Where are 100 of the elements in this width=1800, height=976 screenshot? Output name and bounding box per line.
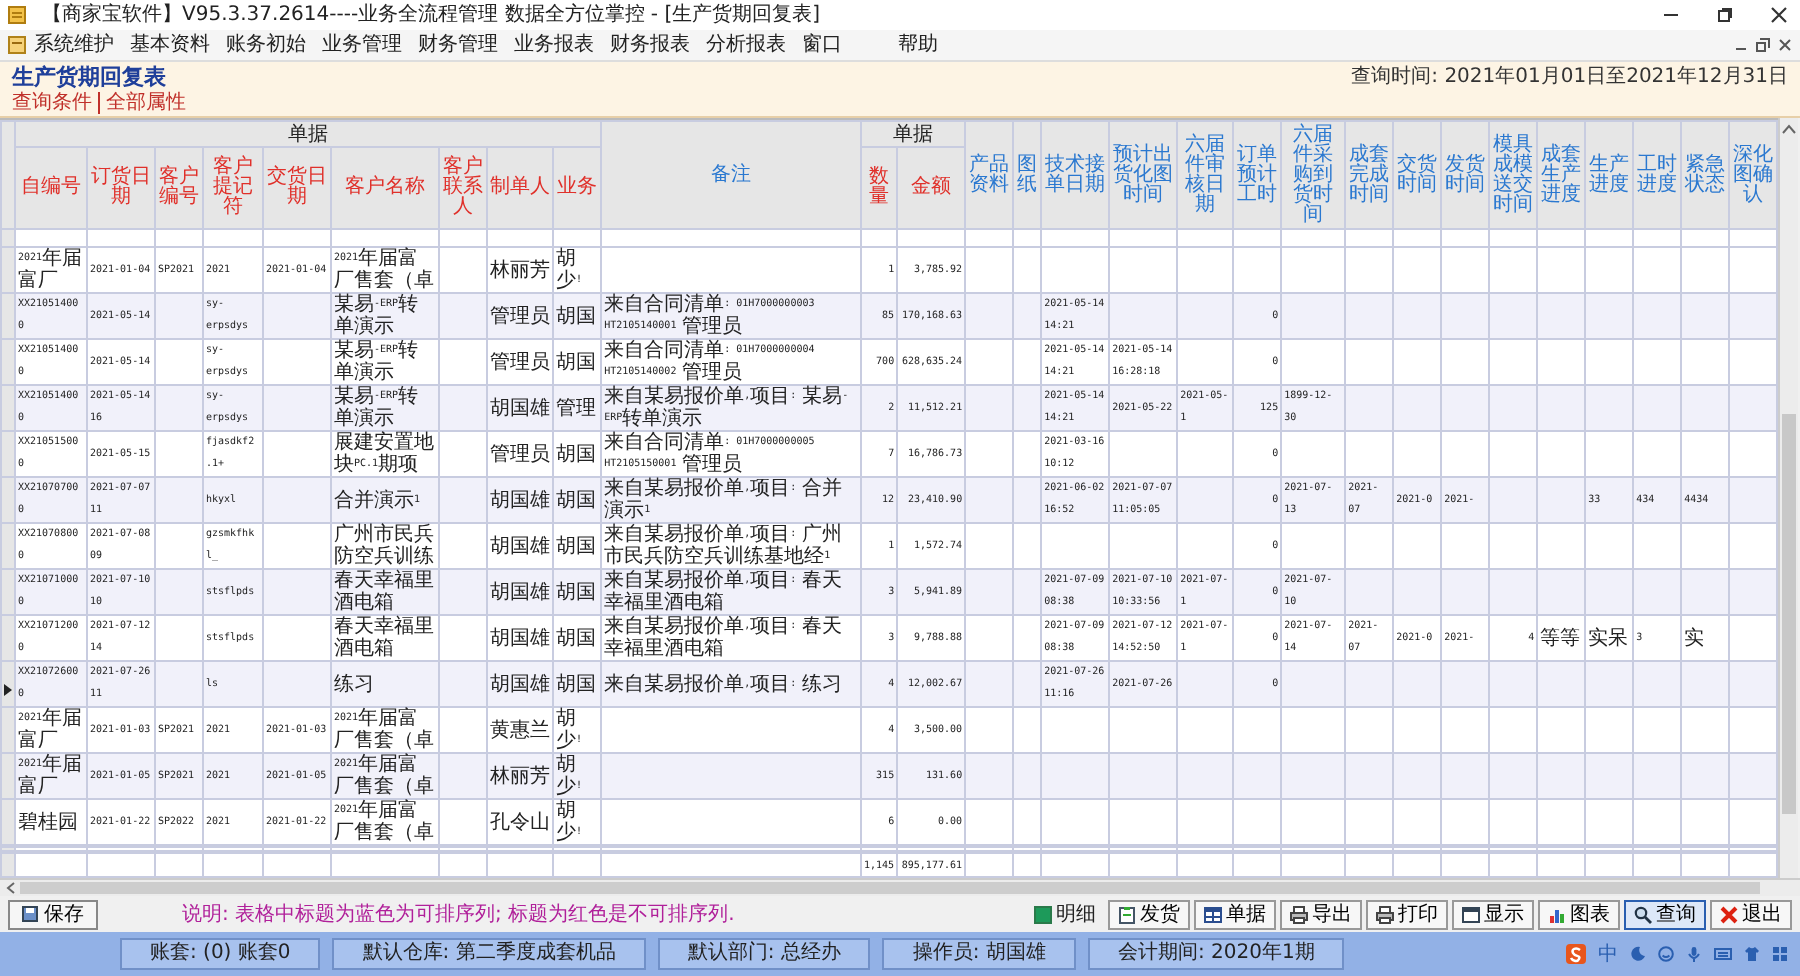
window-icon [1462,905,1480,923]
column-header[interactable]: 自编号 [15,147,87,229]
row-header[interactable] [1,661,15,707]
close-icon[interactable] [1778,38,1792,52]
column-header[interactable]: 订单预计工时 [1233,121,1282,229]
toolbar-button[interactable]: 退出 [1710,899,1792,929]
status-field: 默认部门: 总经办 [657,938,871,970]
query-time: 查询时间: 2021年01月01日至2021年12月31日 [1351,65,1788,89]
close-icon [1720,905,1738,923]
column-header[interactable]: 客户提记符 [203,147,263,229]
status-field: 会计期间: 2020年1期 [1087,938,1345,970]
column-header[interactable]: 六届件采购到货时间 [1281,121,1346,229]
table-cell: 胡国 [553,569,602,615]
scrollbar-thumb[interactable] [1782,414,1796,814]
vertical-scrollbar[interactable] [1778,118,1798,878]
clipboard-icon [1118,905,1136,923]
table-cell: 练习 [331,661,439,707]
column-header[interactable]: 备注 [601,121,862,229]
table-cell: 胡国 [553,293,602,339]
column-header[interactable]: 成套生产进度 [1537,121,1586,229]
app-icon [8,6,26,24]
chart-icon [1548,905,1566,923]
menu-item[interactable]: 分析报表 [706,33,802,57]
save-button[interactable]: 保存 [8,899,98,929]
status-field: 操作员: 胡国雄 [882,938,1076,970]
input-mode-label[interactable]: 中 [1598,940,1618,968]
column-header[interactable]: 六届件审核日期 [1177,121,1234,229]
toolbar-button[interactable]: 打印 [1366,899,1448,929]
menu-item[interactable]: 系统维护 [34,33,130,57]
column-header[interactable]: 图纸 [1013,121,1042,229]
table-cell: 胡国雄 [487,385,553,431]
menu-item[interactable]: 财务报表 [610,33,706,57]
printer-icon [1290,905,1308,923]
menu-item[interactable]: 帮助 [898,33,994,57]
column-header[interactable]: 客户名称 [331,147,439,229]
scroll-left-icon[interactable] [6,882,16,894]
column-group-header: 单据 [15,121,602,147]
table-cell: 胡国雄 [487,661,553,707]
smiley-icon[interactable] [1658,946,1674,962]
column-header[interactable]: 业务 [553,147,602,229]
menu-item[interactable]: 账务初始 [226,33,322,57]
detail-checkbox[interactable] [1034,905,1052,923]
status-field: 账套: (0) 账套0 [120,938,321,970]
column-header[interactable]: 深化图确认 [1729,121,1778,229]
table-cell: 胡国 [553,477,602,523]
menu-item[interactable]: 窗口 [802,33,898,57]
table-cell: 胡国雄 [487,477,553,523]
column-header[interactable]: 生产进度 [1585,121,1634,229]
column-header[interactable]: 数量 [861,147,898,229]
toolbar-button[interactable]: 单据 [1194,899,1276,929]
table-icon [1204,905,1222,923]
menu-item[interactable]: 业务报表 [514,33,610,57]
status-field: 默认仓库: 第二季度成套机品 [332,938,646,970]
scrollbar-thumb[interactable] [20,882,1760,894]
toolbar-button[interactable]: 查询 [1624,899,1706,929]
row-pointer-icon [4,683,12,695]
column-header[interactable]: 产品资料 [965,121,1014,229]
microphone-icon[interactable] [1686,946,1702,962]
column-group-header: 单据 [861,121,966,147]
window-title: 【商家宝软件】V95.3.37.2614----业务全流程管理 数据全方位掌控 - [生产货期回复表] [42,3,821,27]
keyboard-icon[interactable] [1714,946,1732,962]
restore-icon[interactable] [1756,38,1770,52]
menu-item[interactable]: 财务管理 [418,33,514,57]
toolbar-button[interactable]: 显示 [1452,899,1534,929]
menu-item[interactable]: 基本资料 [130,33,226,57]
column-header[interactable]: 预计出货化图时间 [1109,121,1178,229]
toolbar-button[interactable]: 发货 [1108,899,1190,929]
restore-icon[interactable] [1716,6,1734,24]
column-header[interactable]: 交货日期 [263,147,331,229]
column-header[interactable]: 发货时间 [1441,121,1490,229]
shirt-icon[interactable] [1744,946,1760,962]
column-header[interactable]: 客户联系人 [439,147,487,229]
grid-icon[interactable] [1772,946,1788,962]
column-header[interactable]: 紧急状态 [1681,121,1730,229]
column-header[interactable]: 模具成模送交时间 [1489,121,1538,229]
column-header[interactable]: 成套完成时间 [1345,121,1394,229]
checkbox-label: 明细 [1056,902,1096,928]
link[interactable]: 全部属性 [98,92,192,114]
toolbar-button[interactable]: 图表 [1538,899,1620,929]
column-header[interactable]: 工时进度 [1633,121,1682,229]
toolbar-button[interactable]: 导出 [1280,899,1362,929]
column-header[interactable]: 技术接单日期 [1041,121,1110,229]
report-title: 生产货期回复表 [12,64,166,90]
column-header[interactable]: 客户编号 [155,147,203,229]
link[interactable]: 查询条件 [12,92,98,114]
input-method-icon[interactable] [1566,944,1586,964]
hint-text: 说明: 表格中标题为蓝色为可排序列; 标题为红色是不可排序列. [182,901,735,928]
column-header[interactable]: 制单人 [487,147,553,229]
table-cell: 管理员 [487,293,553,339]
close-icon[interactable] [1770,6,1788,24]
column-header[interactable]: 交货时间 [1393,121,1442,229]
scroll-up-icon[interactable] [1782,124,1796,134]
search-icon [1634,905,1652,923]
column-header[interactable]: 金额 [897,147,966,229]
table-cell: 春天幸福里酒电箱 [331,569,439,615]
moon-icon[interactable] [1630,946,1646,962]
horizontal-scrollbar[interactable] [0,878,1800,896]
table-cell: 林丽芳 [487,753,553,799]
menu-item[interactable]: 业务管理 [322,33,418,57]
column-header[interactable]: 订货日期 [87,147,155,229]
